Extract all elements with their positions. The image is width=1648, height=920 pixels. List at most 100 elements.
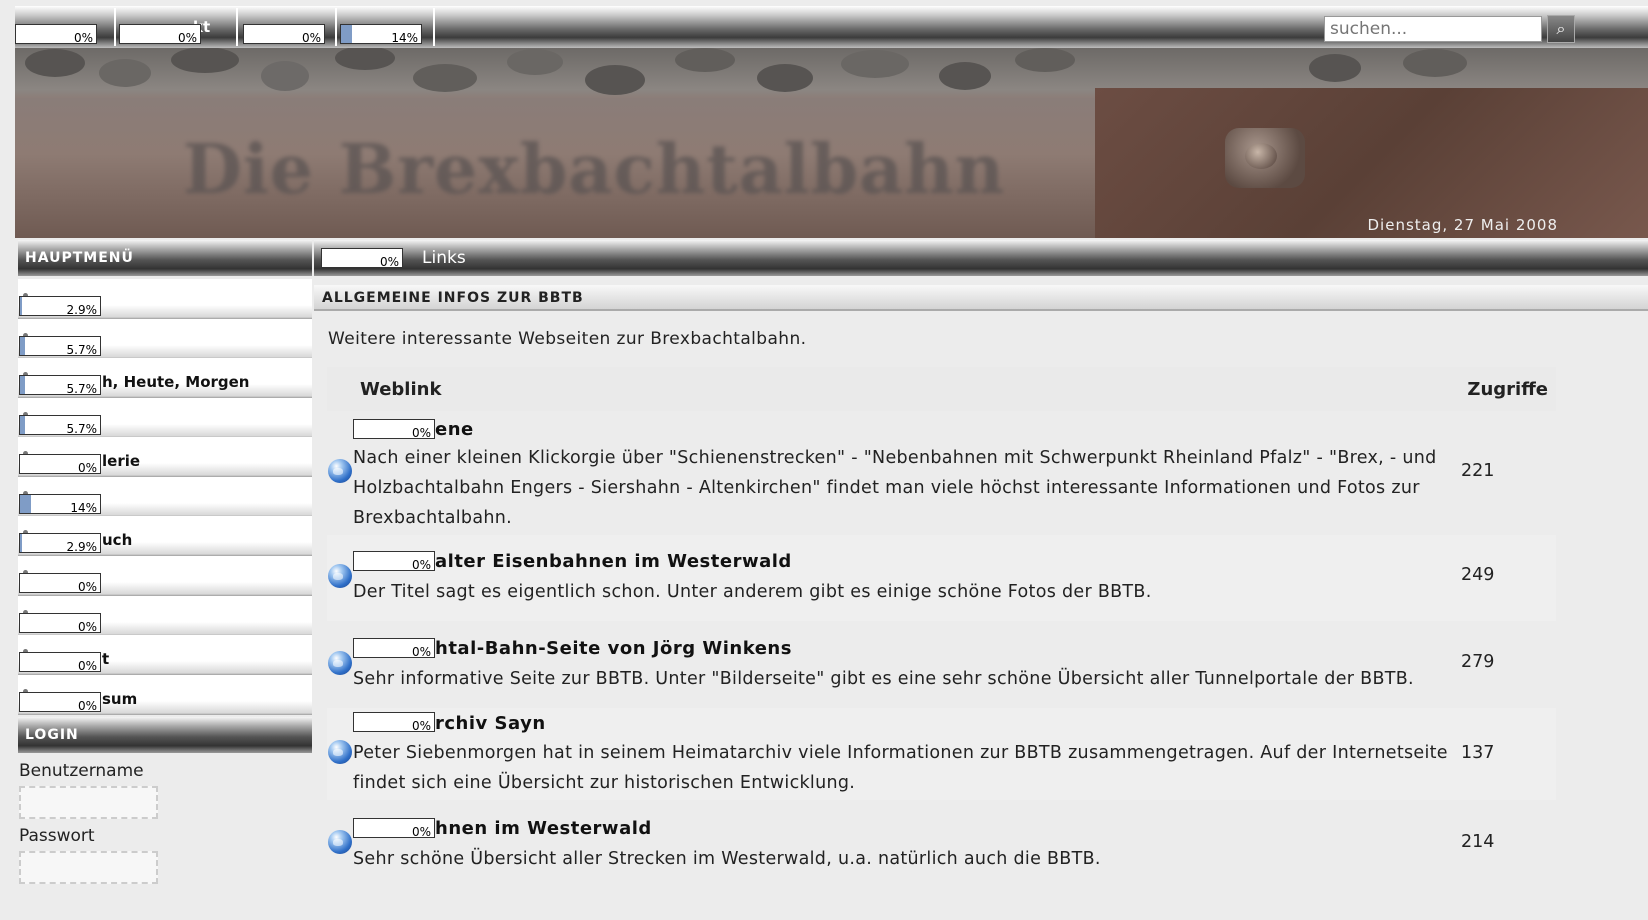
- category-title: ALLGEMEINE INFOS ZUR BBTB: [322, 290, 584, 306]
- progress-text: 0%: [411, 719, 431, 732]
- progress-text: 0%: [77, 461, 97, 474]
- weblink-title[interactable]: htal-Bahn-Seite von Jörg Winkens: [435, 638, 792, 659]
- loading-progress-bar: 2.9%: [19, 296, 101, 316]
- weblink-title[interactable]: hnen im Westerwald: [435, 818, 652, 839]
- main-menu-item-4[interactable]: 5.7%: [18, 398, 312, 438]
- top-nav-tab-2[interactable]: kt 0%: [117, 8, 238, 46]
- weblink-description: Nach einer kleinen Klickorgie über "Schi…: [353, 448, 1437, 528]
- loading-progress-bar: 0%: [353, 818, 435, 838]
- loading-progress-bar: 0%: [353, 551, 435, 571]
- column-header-weblink[interactable]: Weblink: [360, 379, 441, 400]
- login-header: LOGIN: [18, 717, 312, 753]
- weblink-hits: 214: [1461, 832, 1495, 852]
- site-title: Die Brexbachtalbahn: [183, 130, 1006, 210]
- progress-fill: [20, 534, 23, 552]
- progress-text: 0%: [77, 620, 97, 633]
- search-button[interactable]: ⌕: [1547, 15, 1575, 43]
- progress-fill: [20, 337, 25, 355]
- content-header-label: Links: [422, 248, 466, 268]
- weblink-hits: 221: [1461, 461, 1495, 481]
- weblink-row: 0% ene Nach einer kleinen Klickorgie übe…: [327, 411, 1556, 535]
- progress-text: 14%: [70, 501, 97, 514]
- weblink-title[interactable]: rchiv Sayn: [435, 713, 546, 734]
- loading-progress-bar: 0%: [243, 24, 325, 44]
- password-input[interactable]: [19, 851, 158, 884]
- main-menu-item-label: lerie: [102, 452, 141, 470]
- loading-progress-bar: 0%: [353, 419, 435, 439]
- main-menu-item-9[interactable]: 0%: [18, 596, 312, 636]
- loading-progress-bar: 14%: [19, 494, 101, 514]
- progress-fill: [341, 25, 353, 43]
- loading-progress-bar: 0%: [19, 652, 101, 672]
- progress-fill: [20, 495, 32, 513]
- main-menu-item-10[interactable]: 0% t: [18, 635, 312, 675]
- progress-text: 0%: [411, 645, 431, 658]
- weblink-row: 0% rchiv Sayn Peter Siebenmorgen hat in …: [327, 708, 1556, 800]
- rail-bolt-head-image: [1245, 143, 1277, 169]
- main-menu-item-1[interactable]: 2.9%: [18, 279, 312, 319]
- progress-text: 0%: [301, 31, 321, 44]
- main-menu-item-6[interactable]: 14%: [18, 477, 312, 517]
- progress-fill: [20, 297, 23, 315]
- loading-progress-bar: 0%: [19, 573, 101, 593]
- loading-progress-bar: 0%: [19, 613, 101, 633]
- globe-icon: [328, 740, 352, 764]
- progress-text: 0%: [77, 580, 97, 593]
- weblink-row: 0% alter Eisenbahnen im Westerwald Der T…: [327, 535, 1556, 621]
- weblink-row: 0% htal-Bahn-Seite von Jörg Winkens Sehr…: [327, 622, 1556, 708]
- main-menu-title: HAUPTMENÜ: [25, 250, 134, 266]
- column-header-hits[interactable]: Zugriffe: [1467, 379, 1548, 400]
- progress-text: 0%: [411, 426, 431, 439]
- weblink-row: 0% hnen im Westerwald Sehr schöne Übersi…: [327, 810, 1556, 920]
- search-input[interactable]: [1324, 16, 1542, 42]
- progress-text: 5.7%: [66, 382, 98, 395]
- loading-progress-bar: 0%: [353, 712, 435, 732]
- username-input[interactable]: [19, 786, 158, 819]
- header-banner: Die Brexbachtalbahn Dienstag, 27 Mai 200…: [15, 48, 1648, 238]
- main-menu-item-label: sum: [102, 690, 138, 708]
- main-menu-item-label: h, Heute, Morgen: [102, 373, 250, 391]
- progress-text: 0%: [177, 31, 197, 44]
- login-title: LOGIN: [25, 727, 79, 743]
- loading-progress-bar: 0%: [15, 24, 97, 44]
- loading-progress-bar: 14%: [340, 24, 422, 44]
- main-menu-item-8[interactable]: 0%: [18, 556, 312, 596]
- main-menu-item-3[interactable]: 5.7% h, Heute, Morgen: [18, 358, 312, 398]
- username-label: Benutzername: [19, 761, 144, 781]
- loading-progress-bar: 0%: [353, 638, 435, 658]
- loading-progress-bar: 5.7%: [19, 375, 101, 395]
- weblink-description: Sehr informative Seite zur BBTB. Unter "…: [353, 669, 1414, 689]
- weblink-title[interactable]: alter Eisenbahnen im Westerwald: [435, 551, 792, 572]
- progress-text: 5.7%: [66, 343, 98, 356]
- globe-icon: [328, 651, 352, 675]
- loading-progress-bar: 0%: [321, 248, 403, 268]
- category-description: Weitere interessante Webseiten zur Brexb…: [328, 329, 807, 349]
- content-header: 0% Links: [314, 240, 1648, 276]
- main-menu-item-11[interactable]: 0% sum: [18, 675, 312, 715]
- current-date: Dienstag, 27 Mai 2008: [1367, 216, 1558, 234]
- main-menu-item-2[interactable]: 5.7%: [18, 319, 312, 359]
- top-nav-tab-4[interactable]: 14%: [339, 8, 435, 46]
- magnifier-icon: ⌕: [1556, 19, 1566, 38]
- weblink-title[interactable]: ene: [435, 419, 474, 440]
- main-menu-header: HAUPTMENÜ: [18, 240, 312, 276]
- loading-progress-bar: 5.7%: [19, 336, 101, 356]
- progress-fill: [20, 376, 25, 394]
- progress-text: 0%: [411, 558, 431, 571]
- weblink-hits: 249: [1461, 565, 1495, 585]
- main-menu-item-5[interactable]: 0% lerie: [18, 437, 312, 477]
- loading-progress-bar: 0%: [19, 692, 101, 712]
- category-header: ALLGEMEINE INFOS ZUR BBTB: [314, 285, 1648, 311]
- weblink-description: Peter Siebenmorgen hat in seinem Heimata…: [353, 743, 1448, 793]
- progress-text: 2.9%: [66, 303, 98, 316]
- weblink-description: Sehr schöne Übersicht aller Strecken im …: [353, 849, 1101, 869]
- weblinks-table-header: Weblink Zugriffe: [327, 367, 1556, 411]
- top-nav-tab-1[interactable]: 0%: [15, 8, 116, 46]
- loading-progress-bar: 5.7%: [19, 415, 101, 435]
- progress-text: 0%: [379, 255, 399, 268]
- top-nav-tab-3[interactable]: 0%: [240, 8, 337, 46]
- main-menu-item-7[interactable]: 2.9% uch: [18, 516, 312, 556]
- globe-icon: [328, 830, 352, 854]
- main-menu-item-label: t: [102, 650, 110, 668]
- loading-progress-bar: 0%: [19, 454, 101, 474]
